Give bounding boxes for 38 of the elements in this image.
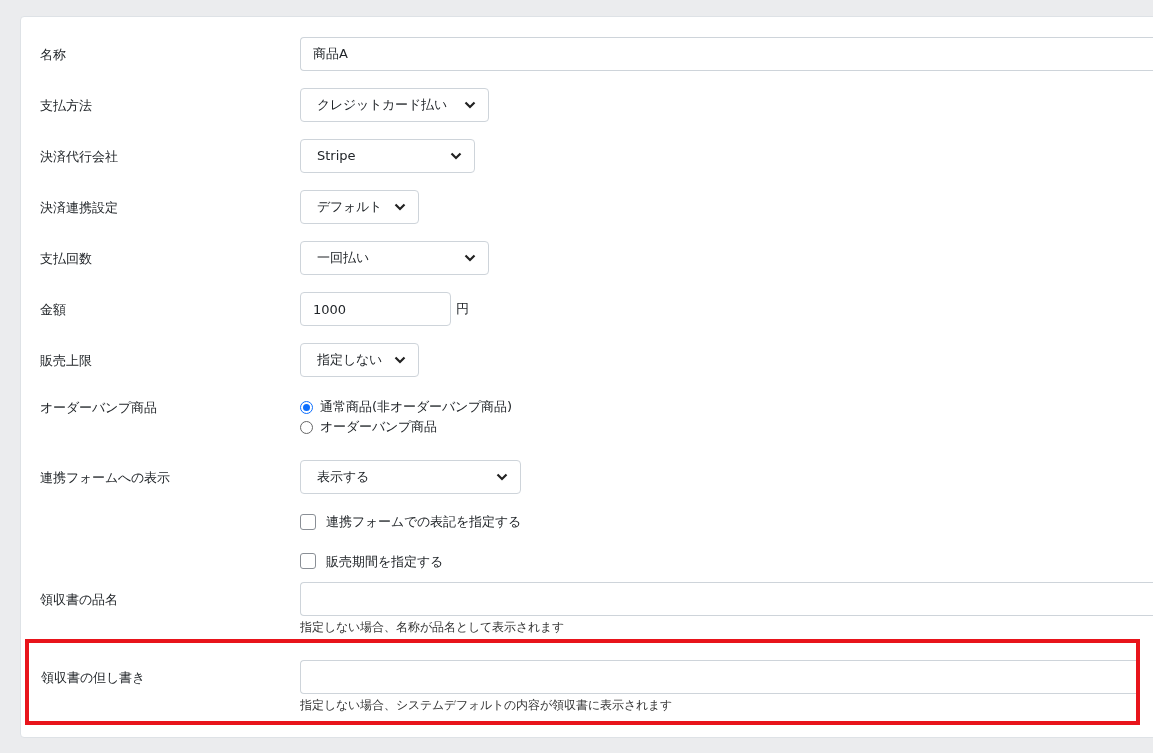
select-dropdown[interactable]: Stripe (300, 139, 475, 173)
field-label: 決済代行会社 (40, 148, 119, 166)
select-dropdown[interactable]: 一回払い (300, 241, 489, 275)
field-label: 支払方法 (40, 97, 93, 115)
text-input[interactable]: 商品A (300, 37, 1153, 71)
text-input[interactable] (300, 660, 1136, 694)
field-label: 支払回数 (40, 250, 93, 268)
checkbox-label: 連携フォームでの表記を指定する (326, 513, 521, 531)
field-label: オーダーバンプ商品 (40, 399, 158, 417)
checkbox-label: 販売期間を指定する (326, 552, 443, 571)
select-dropdown[interactable]: クレジットカード払い (300, 88, 489, 122)
text-input[interactable] (300, 582, 1153, 616)
chevron-down-icon (394, 356, 406, 364)
radio-label: オーダーバンプ商品 (320, 418, 437, 437)
hint-text: 指定しない場合、名称が品名として表示されます (300, 620, 565, 635)
field-label: 領収書の品名 (40, 591, 119, 609)
hint-text: 指定しない場合、システムデフォルトの内容が領収書に表示されます (300, 698, 673, 713)
amount-input[interactable]: 1000 (300, 292, 451, 326)
chevron-down-icon (394, 203, 406, 211)
chevron-down-icon (464, 254, 476, 262)
chevron-down-icon (464, 101, 476, 109)
currency-unit: 円 (456, 300, 469, 319)
radio-button[interactable] (300, 400, 313, 414)
chevron-down-icon (450, 152, 462, 160)
select-dropdown[interactable]: 表示する (300, 460, 521, 494)
checkbox[interactable] (300, 553, 316, 570)
radio-button[interactable] (300, 420, 313, 434)
field-label: 販売上限 (40, 352, 93, 370)
field-label: 決済連携設定 (40, 199, 119, 217)
field-label: 名称 (40, 46, 67, 64)
field-label: 領収書の但し書き (41, 669, 146, 687)
field-label: 連携フォームへの表示 (40, 469, 171, 487)
radio-label: 通常商品(非オーダーバンプ商品) (320, 398, 513, 417)
field-label: 金額 (40, 301, 67, 319)
select-dropdown[interactable]: 指定しない (300, 343, 419, 377)
checkbox[interactable] (300, 513, 316, 530)
select-dropdown[interactable]: デフォルト (300, 190, 419, 224)
chevron-down-icon (496, 473, 508, 481)
